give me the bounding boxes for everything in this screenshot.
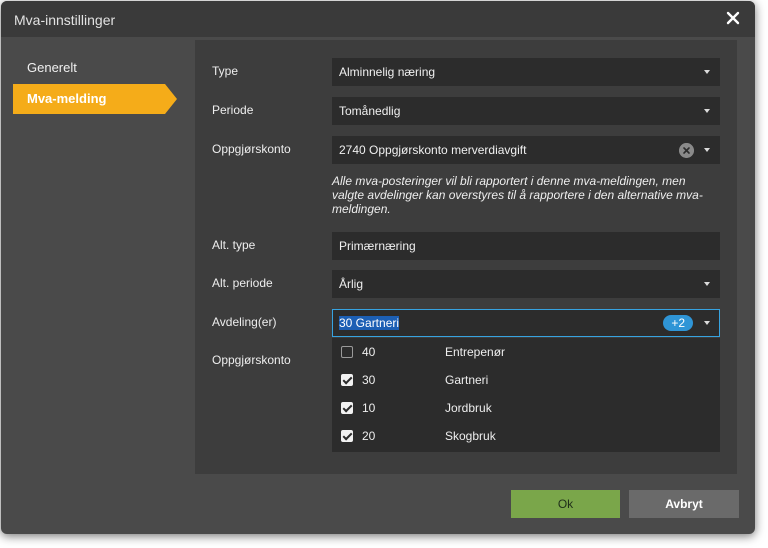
- periode-label: Periode: [212, 103, 254, 117]
- avdelinger-value: 30 Gartneri: [339, 316, 400, 330]
- sidebar-item-label: Generelt: [27, 60, 77, 75]
- sidebar-item-generelt[interactable]: Generelt: [13, 53, 165, 83]
- oppgjorskonto-label: Oppgjørskonto: [212, 142, 291, 156]
- close-icon[interactable]: [725, 10, 741, 26]
- cancel-button[interactable]: Avbryt: [629, 490, 739, 518]
- periode-value: Tomånedlig: [339, 104, 401, 118]
- clear-icon[interactable]: [679, 143, 694, 158]
- avdeling-code: 10: [362, 401, 376, 415]
- avdeling-code: 20: [362, 429, 376, 443]
- checkbox[interactable]: [341, 374, 353, 386]
- avdeling-name: Jordbruk: [445, 401, 492, 415]
- oppgjorskonto-value: 2740 Oppgjørskonto merverdiavgift: [339, 143, 527, 157]
- type-label: Type: [212, 64, 239, 78]
- avdeling-name: Skogbruk: [445, 429, 496, 443]
- chevron-down-icon: [704, 148, 710, 152]
- chevron-down-icon: [704, 70, 710, 74]
- list-item[interactable]: 40 Entrepenør: [332, 338, 720, 366]
- sidebar-item-label: Mva-melding: [27, 91, 107, 106]
- alt-periode-select[interactable]: Årlig: [332, 270, 720, 298]
- info-note: Alle mva-posteringer vil bli rapportert …: [332, 174, 703, 216]
- avdeling-name: Entrepenør: [445, 345, 506, 359]
- avdeling-dropdown: 40 Entrepenør 30 Gartneri 10 Jordbruk 20…: [332, 338, 720, 452]
- sidebar-item-mva-melding[interactable]: Mva-melding: [13, 84, 177, 114]
- avdelinger-label: Avdeling(er): [212, 315, 277, 329]
- alt-oppgjorskonto-label: Oppgjørskonto: [212, 353, 291, 367]
- list-item[interactable]: 10 Jordbruk: [332, 394, 720, 422]
- chevron-down-icon: [704, 282, 710, 286]
- alt-periode-value: Årlig: [339, 277, 364, 291]
- checkbox[interactable]: [341, 402, 353, 414]
- checkbox[interactable]: [341, 346, 353, 358]
- avdelinger-multiselect[interactable]: 30 Gartneri +2: [332, 309, 720, 337]
- alt-periode-label: Alt. periode: [212, 276, 273, 290]
- alt-type-field: Primærnæring: [332, 232, 720, 260]
- list-item[interactable]: 20 Skogbruk: [332, 422, 720, 450]
- avdeling-name: Gartneri: [445, 373, 489, 387]
- chevron-down-icon: [704, 321, 710, 325]
- checkbox[interactable]: [341, 430, 353, 442]
- periode-select[interactable]: Tomånedlig: [332, 97, 720, 125]
- extra-count-badge: +2: [663, 315, 693, 331]
- type-select[interactable]: Alminnelig næring: [332, 58, 720, 86]
- list-item[interactable]: 30 Gartneri: [332, 366, 720, 394]
- chevron-down-icon: [704, 109, 710, 113]
- ok-button[interactable]: Ok: [511, 490, 620, 518]
- dialog-titlebar: Mva-innstillinger: [1, 1, 755, 37]
- avdeling-code: 40: [362, 345, 376, 359]
- type-value: Alminnelig næring: [339, 65, 436, 79]
- oppgjorskonto-select[interactable]: 2740 Oppgjørskonto merverdiavgift: [332, 136, 720, 164]
- avdeling-code: 30: [362, 373, 376, 387]
- alt-type-value: Primærnæring: [339, 239, 416, 253]
- alt-type-label: Alt. type: [212, 238, 256, 252]
- dialog-title: Mva-innstillinger: [14, 12, 116, 28]
